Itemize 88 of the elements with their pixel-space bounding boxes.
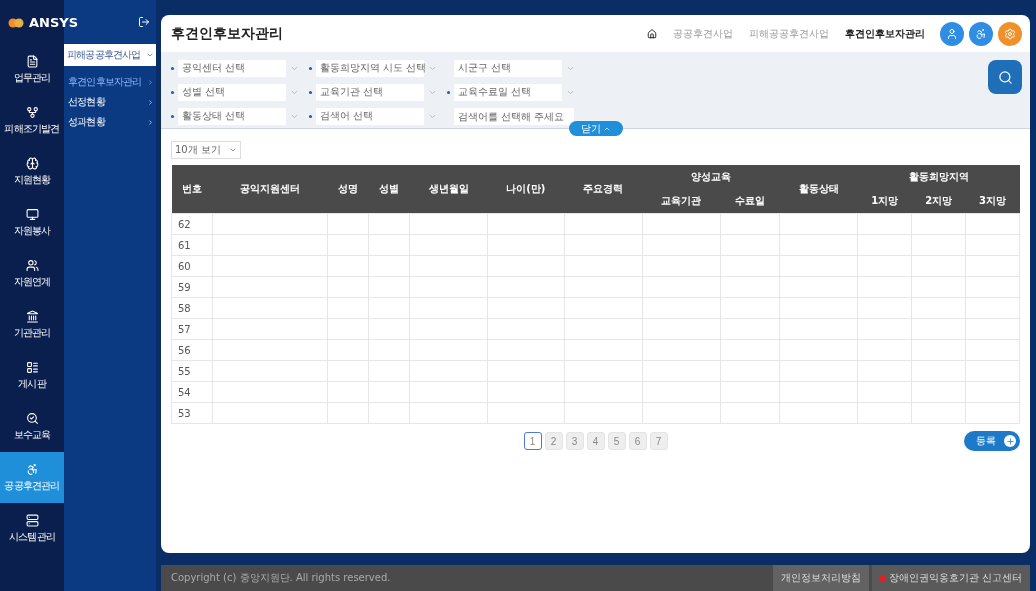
chevron-icon bbox=[147, 118, 154, 126]
column-header: 성명 bbox=[327, 165, 369, 214]
table-cell: 55 bbox=[171, 360, 213, 382]
table-cell: 61 bbox=[171, 234, 213, 256]
submenu-item[interactable]: 선정현황 bbox=[64, 92, 156, 112]
page-title: 후견인후보자관리 bbox=[171, 24, 284, 43]
rail-item[interactable]: 게시판 bbox=[0, 350, 64, 401]
column-header: 나이(만) bbox=[487, 165, 565, 214]
column-header: 성별 bbox=[368, 165, 410, 214]
filter-select[interactable]: 활동희망지역 시도 선택 bbox=[316, 59, 424, 77]
column-header: 주요경력 bbox=[564, 165, 643, 214]
page-button[interactable]: 2 bbox=[544, 432, 563, 450]
filter-select[interactable]: 시군구 선택 bbox=[454, 59, 562, 77]
person-icon bbox=[946, 27, 958, 40]
column-header: 2지망 bbox=[911, 189, 966, 214]
table-cell: 62 bbox=[171, 213, 213, 235]
home-icon[interactable] bbox=[647, 28, 657, 39]
column-header: 양성교육 bbox=[642, 165, 780, 189]
submenu-item[interactable]: 성과현황 bbox=[64, 112, 156, 132]
menu-icon bbox=[25, 360, 39, 374]
table-cell: 56 bbox=[171, 339, 213, 361]
column-header: 활동상태 bbox=[779, 165, 858, 214]
gear-icon bbox=[1004, 27, 1016, 40]
column-header: 번호 bbox=[171, 165, 213, 214]
chevron-icon bbox=[147, 78, 154, 86]
rail-item[interactable]: 공공후견관리 bbox=[0, 452, 64, 503]
table-cell: 58 bbox=[171, 297, 213, 319]
chevron-icon bbox=[146, 51, 154, 59]
table-cell: 60 bbox=[171, 255, 213, 277]
menu-icon bbox=[25, 462, 39, 476]
copyright-text: Copyright (c) 중앙지원단. All rights reserved. bbox=[170, 571, 392, 585]
column-header: 생년월일 bbox=[409, 165, 488, 214]
filter-select[interactable]: 교육수료일 선택 bbox=[454, 83, 562, 101]
rail-item[interactable]: 시스템관리 bbox=[0, 503, 64, 554]
submenu-item[interactable]: 후견인후보자관리 bbox=[64, 72, 156, 92]
wheelchair-icon bbox=[975, 27, 987, 40]
menu-icon bbox=[25, 309, 39, 323]
filter-toggle-button[interactable]: 닫기 bbox=[568, 121, 623, 136]
rail-item[interactable]: 기관관리 bbox=[0, 299, 64, 350]
round-icon-button[interactable] bbox=[969, 21, 993, 46]
collapse-icon[interactable] bbox=[138, 16, 150, 28]
menu-icon bbox=[25, 156, 39, 170]
column-header: 활동희망지역 bbox=[857, 165, 1020, 189]
menu-icon bbox=[25, 105, 39, 119]
column-header: 교육기관 bbox=[642, 189, 721, 214]
filter-select[interactable]: 성별 선택 bbox=[178, 83, 286, 101]
page-button[interactable]: 6 bbox=[628, 432, 647, 450]
rail-item[interactable]: 지원현황 bbox=[0, 146, 64, 197]
column-header: 수료일 bbox=[720, 189, 780, 214]
brand-name: ANSYS bbox=[29, 14, 79, 30]
rail-item[interactable]: 보수교육 bbox=[0, 401, 64, 452]
menu-icon bbox=[25, 513, 39, 527]
column-header: 공익지원센터 bbox=[212, 165, 328, 214]
footer-link[interactable]: 장애인권익옹호기관 신고센터 bbox=[871, 565, 1030, 591]
page-size-select[interactable]: 10개 보기 bbox=[171, 141, 241, 159]
column-header: 3지망 bbox=[965, 189, 1020, 214]
page-button[interactable]: 5 bbox=[607, 432, 626, 450]
plus-icon bbox=[1004, 435, 1016, 447]
breadcrumb-item[interactable]: 후견인후보자관리 bbox=[845, 26, 925, 41]
register-button[interactable]: 등록 bbox=[964, 431, 1020, 451]
table-cell: 53 bbox=[171, 402, 213, 424]
footer-link[interactable]: 개인정보처리방침 bbox=[772, 565, 869, 591]
search-icon bbox=[997, 69, 1013, 85]
menu-icon bbox=[25, 411, 39, 425]
flag-icon bbox=[879, 575, 886, 581]
rail-item[interactable]: 자원봉사 bbox=[0, 197, 64, 248]
filter-select[interactable]: 교육기관 선택 bbox=[316, 83, 424, 101]
filter-select[interactable]: 활동상태 선택 bbox=[178, 107, 286, 125]
search-button[interactable] bbox=[988, 60, 1022, 94]
page-button[interactable]: 1 bbox=[523, 432, 542, 450]
menu-icon bbox=[25, 207, 39, 221]
rail-item[interactable]: 업무관리 bbox=[0, 44, 64, 95]
rail-item[interactable]: 피해조기발견 bbox=[0, 95, 64, 146]
chevron-icon bbox=[229, 146, 237, 154]
round-icon-button[interactable] bbox=[940, 21, 964, 46]
round-icon-button[interactable] bbox=[998, 21, 1022, 46]
page-button[interactable]: 7 bbox=[649, 432, 668, 450]
filter-select[interactable]: 공익센터 선택 bbox=[178, 59, 286, 77]
menu-icon bbox=[25, 258, 39, 272]
table-cell: 54 bbox=[171, 381, 213, 403]
table-cell: 57 bbox=[171, 318, 213, 340]
column-header: 1지망 bbox=[857, 189, 912, 214]
category-select[interactable]: 피해공공후견사업 bbox=[64, 44, 156, 66]
menu-icon bbox=[25, 54, 39, 68]
chevron-icon bbox=[147, 98, 154, 106]
table-cell: 59 bbox=[171, 276, 213, 298]
rail-item[interactable]: 자원연계 bbox=[0, 248, 64, 299]
filter-select[interactable]: 검색어 선택 bbox=[316, 107, 424, 125]
